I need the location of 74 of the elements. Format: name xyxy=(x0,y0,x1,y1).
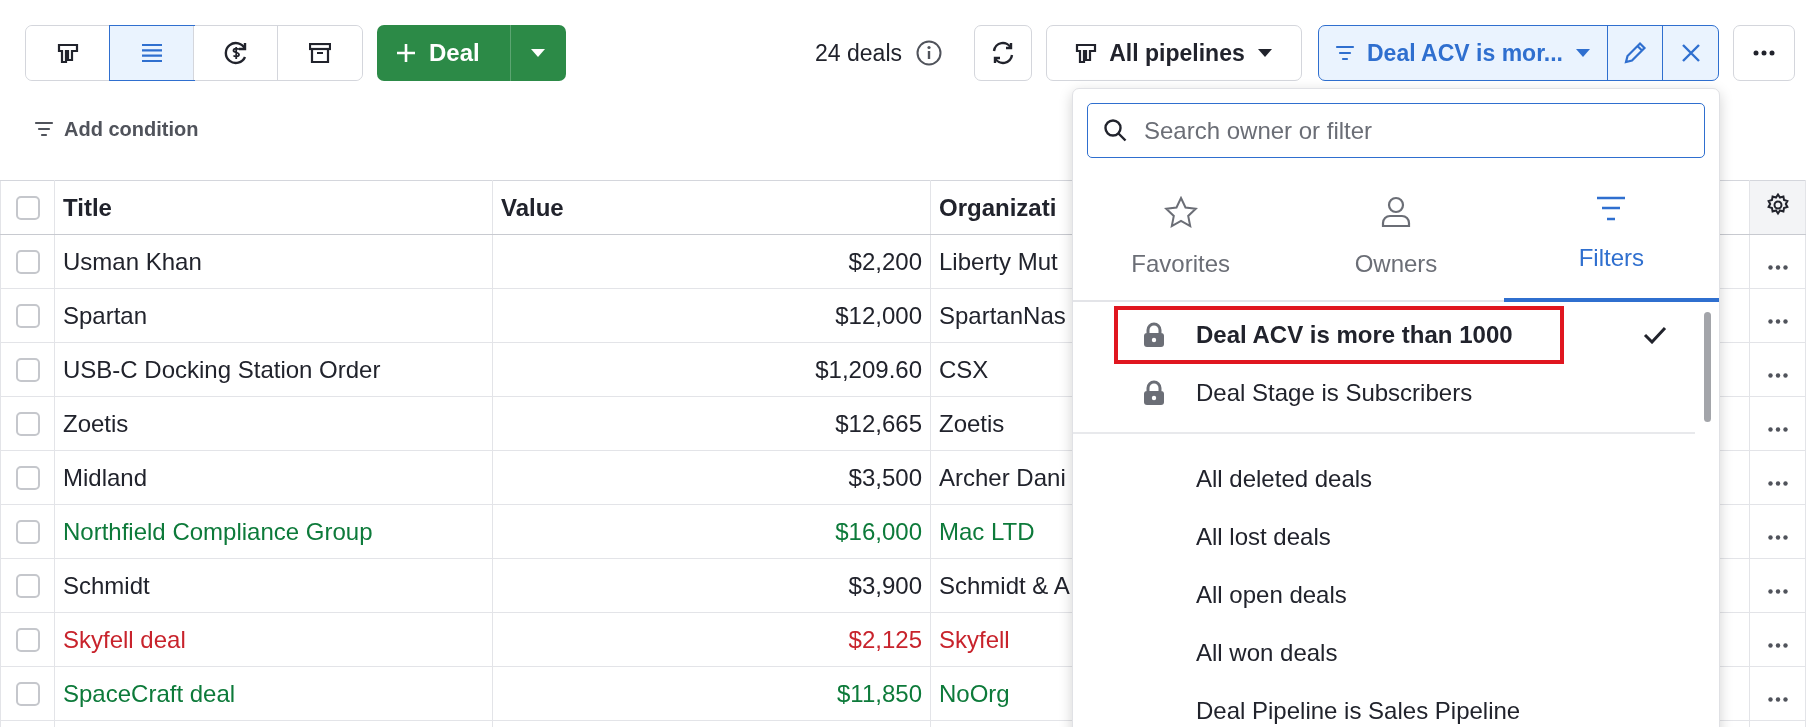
more-icon[interactable] xyxy=(1767,534,1788,540)
archive-icon xyxy=(309,43,331,63)
value-cell: $1,209.60 xyxy=(492,342,931,397)
caret-icon xyxy=(1575,48,1591,58)
star-icon xyxy=(1163,196,1198,228)
checkbox[interactable] xyxy=(15,357,40,382)
filter-icon xyxy=(1595,196,1628,222)
title-cell[interactable]: Midland xyxy=(54,450,493,505)
title-cell[interactable]: USB-C Docking Station Order xyxy=(54,342,493,397)
search-field[interactable]: Search owner or filter xyxy=(1087,103,1705,158)
refresh-icon xyxy=(990,41,1016,65)
more-button[interactable] xyxy=(1733,25,1795,81)
filter-icon xyxy=(34,121,54,137)
scrollbar[interactable] xyxy=(1704,312,1711,422)
value-cell: $3,900 xyxy=(492,558,931,613)
checkbox[interactable] xyxy=(15,195,40,220)
close-icon xyxy=(1681,44,1700,62)
dollar-cycle-icon xyxy=(222,40,249,66)
title-cell[interactable]: Zoetis xyxy=(54,396,493,451)
value-cell: $3,500 xyxy=(492,450,931,505)
more-icon[interactable] xyxy=(1767,318,1788,324)
pipeline-icon xyxy=(1075,42,1098,64)
checkbox[interactable] xyxy=(15,303,40,328)
title-cell[interactable]: Usman Khan xyxy=(54,234,493,289)
checkbox[interactable] xyxy=(15,627,40,652)
more-icon[interactable] xyxy=(1767,588,1788,594)
pencil-icon xyxy=(1623,41,1647,65)
more-icon[interactable] xyxy=(1767,642,1788,648)
add-options-button[interactable] xyxy=(509,25,566,81)
lock-icon xyxy=(1143,322,1165,348)
more-icon[interactable] xyxy=(1767,264,1788,270)
value-cell: $16,000 xyxy=(492,504,931,559)
lock-icon xyxy=(1143,380,1165,406)
more-icon xyxy=(1753,50,1775,56)
plus-icon xyxy=(397,44,415,62)
list-icon xyxy=(140,43,163,63)
value-cell: $12,665 xyxy=(492,396,931,451)
person-icon xyxy=(1381,196,1411,228)
title-cell[interactable]: SpaceCraft deal xyxy=(54,666,493,721)
info-icon[interactable] xyxy=(916,40,942,66)
dropdown-tab[interactable]: Filters xyxy=(1503,166,1719,302)
checkbox[interactable] xyxy=(15,573,40,598)
value-cell: $12,000 xyxy=(492,288,931,343)
more-icon[interactable] xyxy=(1767,480,1788,486)
pipeline-select[interactable]: All pipelines xyxy=(1046,25,1302,81)
checkbox[interactable] xyxy=(15,249,40,274)
more-icon[interactable] xyxy=(1767,426,1788,432)
column-header[interactable]: Title xyxy=(54,180,493,235)
value-cell: $2,125 xyxy=(492,612,931,667)
column-header[interactable]: Value xyxy=(492,180,931,235)
add-deal-button[interactable]: Deal xyxy=(377,25,510,81)
checkbox[interactable] xyxy=(15,519,40,544)
value-cell: $11,850 xyxy=(492,666,931,721)
view-button[interactable] xyxy=(194,26,278,80)
title-cell[interactable]: Northfield Compliance Group xyxy=(54,504,493,559)
checkbox[interactable] xyxy=(15,465,40,490)
title-cell[interactable]: Schmidt xyxy=(54,558,493,613)
settings-icon xyxy=(1765,192,1790,217)
refresh-button[interactable] xyxy=(974,25,1032,81)
add-condition-button[interactable]: Add condition xyxy=(34,114,199,144)
more-icon[interactable] xyxy=(1767,372,1788,378)
value-cell: $2,200 xyxy=(492,234,931,289)
checkbox[interactable] xyxy=(15,681,40,706)
title-cell[interactable]: Spartan xyxy=(54,288,493,343)
deal-count: 24 deals xyxy=(815,39,902,67)
search-icon xyxy=(1103,118,1127,142)
title-cell[interactable]: Skyfell deal xyxy=(54,612,493,667)
caret-icon xyxy=(530,48,547,58)
column-settings-button[interactable] xyxy=(1749,180,1806,235)
filter-icon xyxy=(1335,45,1355,61)
checkbox[interactable] xyxy=(15,411,40,436)
more-icon[interactable] xyxy=(1767,696,1788,702)
pipeline-icon xyxy=(56,42,79,64)
caret-icon xyxy=(1256,48,1273,58)
